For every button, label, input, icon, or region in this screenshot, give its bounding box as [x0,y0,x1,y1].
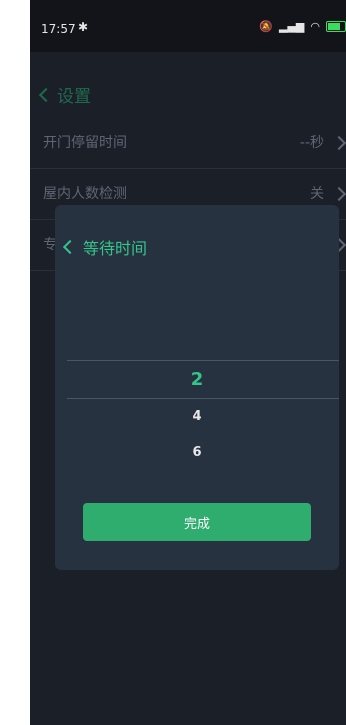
setting-label: 开门停留时间 [43,135,127,151]
status-time: 17:57 [41,22,76,36]
page-title: 设置 [57,87,91,107]
setting-row-door-hold[interactable]: 开门停留时间 --秒 [30,118,346,169]
setting-value: --秒 [299,135,324,151]
back-chevron-icon[interactable] [38,87,54,102]
picker-divider-bottom [67,398,339,399]
chevron-right-icon [331,135,346,151]
done-button[interactable]: 完成 [83,503,311,541]
wait-time-dialog: 等待时间 2 4 6 完成 [55,205,339,570]
picker-option[interactable]: 4 [55,409,339,424]
back-chevron-icon[interactable] [62,239,78,255]
picker-divider-top [67,360,339,361]
bluetooth-icon: ✱ [78,20,89,34]
battery-icon [326,21,346,32]
wifi-icon: ◠ [310,20,320,33]
bell-off-icon: 🔕 [259,20,273,33]
dialog-header[interactable]: 等待时间 [62,235,148,259]
status-bar: 17:57 ✱ 🔕 ▂▄▆ ◠ [30,0,346,52]
signal-icon: ▂▄▆ [279,20,305,33]
status-icons: 🔕 ▂▄▆ ◠ [259,20,346,33]
phone-screen: 17:57 ✱ 🔕 ▂▄▆ ◠ 设置 开门停留时间 --秒 屋内人数检测 关 专 [30,0,346,725]
setting-value: 关 [310,186,324,202]
picker-option-selected[interactable]: 2 [55,369,339,390]
chevron-right-icon [331,186,346,202]
page-header[interactable]: 设置 [38,82,91,107]
setting-label: 屋内人数检测 [43,186,127,202]
picker-option[interactable]: 6 [55,445,339,460]
dialog-title: 等待时间 [83,239,148,258]
